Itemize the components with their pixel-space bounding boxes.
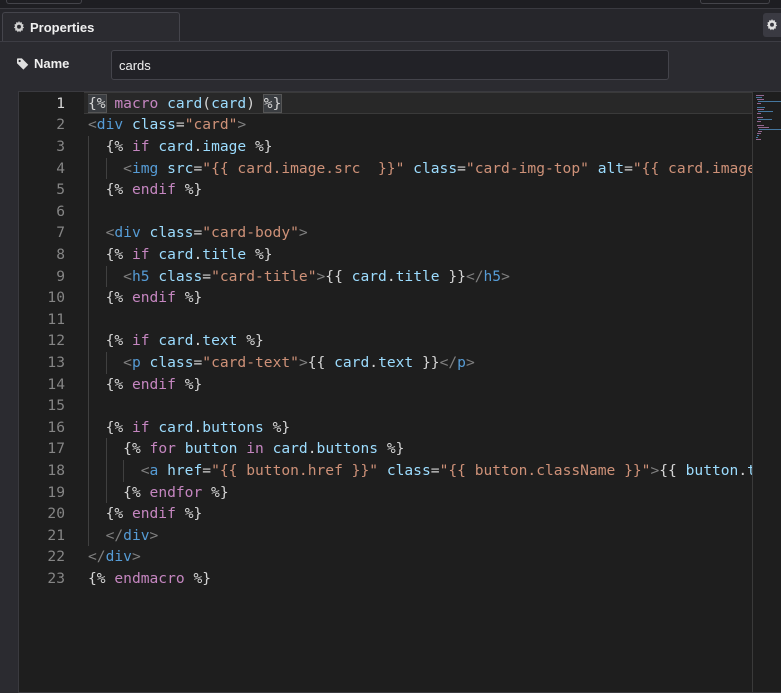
code-line[interactable]: {% endmacro %} — [88, 568, 211, 590]
indent-guide — [105, 352, 107, 374]
minimap-line — [758, 101, 781, 103]
code-line[interactable]: {% for button in card.buttons %} — [88, 438, 404, 460]
code-area[interactable]: {% macro card(card) %} <div class="card">… — [88, 92, 752, 692]
code-line[interactable]: {% if card.text %} — [88, 330, 264, 352]
gear-icon — [13, 21, 25, 33]
code-line[interactable]: {% endif %} — [88, 374, 203, 396]
line-number: 7 — [56, 224, 65, 242]
minimap-line — [756, 139, 761, 141]
top-toolbar-strip — [0, 0, 781, 9]
code-line[interactable]: <img src="{{ card.image.src }}" class="c… — [88, 158, 752, 180]
minimap[interactable] — [756, 92, 781, 692]
tag-icon — [17, 57, 29, 70]
line-number: 4 — [56, 159, 65, 177]
name-input[interactable] — [111, 50, 669, 80]
code-line[interactable]: <h5 class="card-title">{{ card.title }}<… — [88, 266, 510, 288]
indent-guide — [105, 157, 107, 180]
line-number: 3 — [56, 138, 65, 155]
code-line[interactable]: </div> — [88, 546, 141, 568]
line-number: 15 — [47, 397, 65, 415]
name-label-text: Name — [34, 56, 70, 71]
line-number: 2 — [56, 116, 65, 134]
line-number-gutter: 1 2 3 4 5 6 7 8 9 10 11 12 13 14 15 16 17 18 19 20 21 22 23 — [19, 92, 81, 692]
line-number: 23 — [47, 570, 65, 587]
toolbar-button-left[interactable] — [6, 0, 82, 4]
code-line[interactable]: {% endif %} — [88, 503, 203, 525]
minimap-line — [759, 129, 781, 131]
indent-guide — [105, 265, 107, 288]
minimap-line — [757, 103, 761, 105]
indent-guide — [123, 460, 125, 482]
name-label: Name — [17, 56, 69, 71]
line-number: 10 — [47, 289, 65, 307]
minimap-line — [757, 113, 761, 115]
code-line[interactable]: {% if card.buttons %} — [88, 417, 291, 439]
indent-guide — [105, 438, 107, 504]
indent-guide — [88, 136, 89, 547]
line-number: 5 — [56, 181, 65, 199]
line-number: 21 — [47, 526, 65, 544]
code-line[interactable]: {% macro card(card) %} — [88, 93, 283, 115]
code-line[interactable]: </div> — [88, 525, 159, 547]
line-number: 19 — [47, 483, 65, 501]
panel-settings-button[interactable] — [763, 13, 781, 37]
editor-scrollbar[interactable] — [752, 92, 753, 692]
name-row: Name — [0, 42, 781, 88]
code-line[interactable]: <a href="{{ button.href }}" class="{{ bu… — [88, 460, 752, 482]
gear-icon — [766, 19, 778, 31]
line-number: 6 — [56, 202, 65, 220]
tab-properties-label: Properties — [30, 19, 95, 35]
line-number: 20 — [47, 505, 65, 523]
line-number: 17 — [47, 440, 65, 458]
code-line[interactable]: <div class="card"> — [88, 114, 246, 136]
line-number: 14 — [47, 375, 65, 393]
line-number: 12 — [47, 332, 65, 350]
panel-tab-bar: Properties — [0, 9, 781, 42]
line-number: 8 — [56, 246, 65, 263]
line-number: 18 — [47, 462, 65, 479]
minimap-line — [757, 121, 761, 123]
line-number: 11 — [47, 310, 65, 328]
tab-properties[interactable]: Properties — [2, 12, 180, 41]
code-line[interactable]: <div class="card-body"> — [88, 222, 308, 244]
code-line[interactable]: {% if card.title %} — [88, 244, 273, 266]
code-line[interactable]: {% if card.image %} — [88, 136, 273, 158]
line-number: 13 — [47, 354, 65, 371]
line-number: 16 — [47, 418, 65, 436]
line-number: 9 — [56, 267, 65, 285]
code-editor[interactable]: 1 2 3 4 5 6 7 8 9 10 11 12 13 14 15 16 17 18 19 20 21 22 23 {%… — [18, 91, 781, 693]
line-number: 1 — [56, 94, 65, 112]
code-line[interactable]: {% endif %} — [88, 179, 203, 201]
line-number: 22 — [47, 548, 65, 566]
code-line[interactable]: {% endfor %} — [88, 482, 228, 504]
toolbar-button-right[interactable] — [700, 0, 770, 4]
code-line[interactable]: {% endif %} — [88, 287, 203, 309]
code-line[interactable]: <p class="card-text">{{ card.text }}</p> — [88, 352, 475, 374]
